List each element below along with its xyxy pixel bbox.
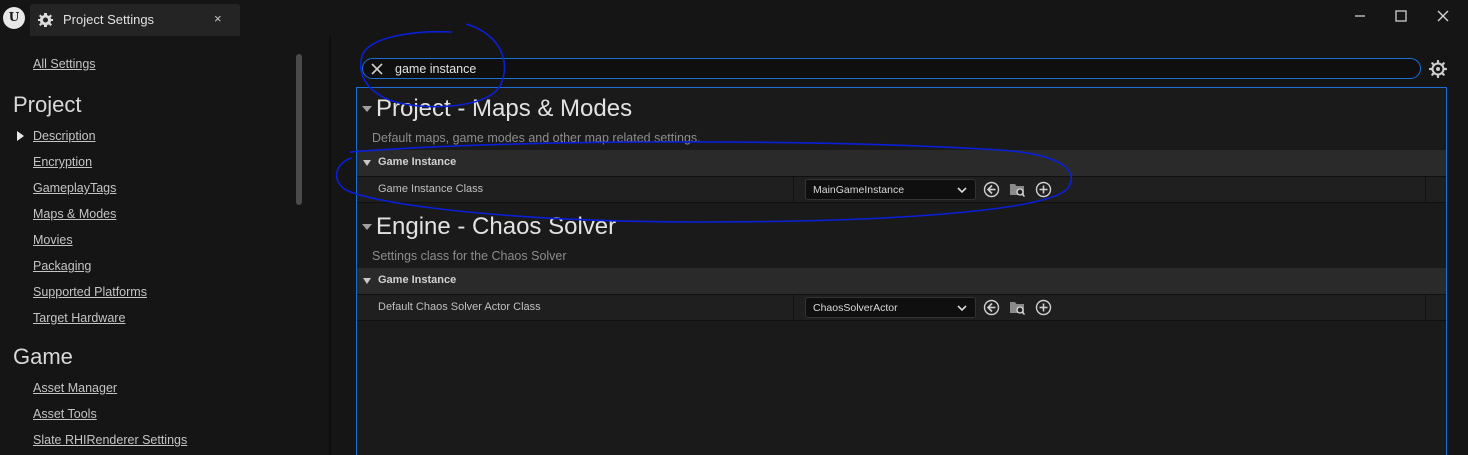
gear-icon[interactable] — [1429, 60, 1447, 78]
window-close-button[interactable] — [1429, 6, 1457, 26]
chevron-down-icon — [957, 305, 967, 312]
category-description: Settings class for the Chaos Solver — [372, 249, 567, 263]
column-end — [1425, 177, 1426, 203]
use-selected-icon[interactable] — [983, 181, 1000, 198]
sidebar-item-asset-manager[interactable]: Asset Manager — [33, 381, 117, 395]
unreal-logo-icon[interactable]: U — [3, 7, 25, 29]
settings-tab-icon — [38, 13, 53, 27]
project-settings-window: U Project Settings × All Settings Projec… — [0, 0, 1468, 455]
chevron-down-icon — [957, 187, 967, 194]
section-header-game-instance[interactable]: Game Instance — [357, 150, 1446, 176]
property-name: Default Chaos Solver Actor Class — [378, 301, 541, 313]
clear-search-icon[interactable] — [368, 60, 386, 78]
dropdown-value: ChaosSolverActor — [813, 302, 898, 314]
search-input[interactable] — [395, 60, 1395, 77]
browse-icon[interactable] — [1009, 299, 1026, 316]
maximize-icon — [1395, 10, 1407, 22]
collapse-arrow-icon — [363, 160, 371, 166]
sidebar-scrollbar[interactable] — [296, 54, 302, 205]
collapse-arrow-icon — [363, 278, 371, 284]
section-title: Game Instance — [378, 156, 457, 168]
column-end — [1425, 295, 1426, 321]
add-icon[interactable] — [1035, 299, 1052, 316]
sidebar-item-gameplaytags[interactable]: GameplayTags — [33, 181, 116, 195]
sidebar-all-settings[interactable]: All Settings — [33, 57, 96, 71]
minimize-icon — [1355, 15, 1365, 17]
project-settings-tab[interactable]: Project Settings × — [30, 4, 240, 36]
property-name: Game Instance Class — [378, 183, 484, 195]
property-row-chaos-solver-actor-class: Default Chaos Solver Actor Class ChaosSo… — [357, 294, 1446, 321]
title-bar: U Project Settings × — [0, 0, 1468, 36]
chaos-solver-actor-dropdown[interactable]: ChaosSolverActor — [805, 297, 976, 318]
caret-right-icon — [17, 131, 24, 141]
close-icon — [1437, 10, 1449, 22]
add-icon[interactable] — [1035, 181, 1052, 198]
tab-title: Project Settings — [63, 12, 155, 27]
section-title: Game Instance — [378, 274, 457, 286]
category-title-chaos-solver: Engine - Chaos Solver — [376, 213, 617, 240]
settings-search-box[interactable] — [362, 58, 1421, 79]
property-row-game-instance-class: Game Instance Class MainGameInstance — [357, 176, 1446, 203]
sidebar-item-slate-rhirenderer[interactable]: Slate RHIRenderer Settings — [33, 433, 187, 447]
maximize-button[interactable] — [1387, 6, 1415, 26]
category-title-maps-modes: Project - Maps & Modes — [376, 95, 633, 122]
sidebar-item-maps-modes[interactable]: Maps & Modes — [33, 207, 116, 221]
dropdown-value: MainGameInstance — [813, 184, 905, 196]
logo-letter: U — [8, 10, 20, 24]
category-description: Default maps, game modes and other map r… — [372, 131, 701, 145]
sidebar-item-encryption[interactable]: Encryption — [33, 155, 92, 169]
sidebar-heading-game: Game — [13, 344, 73, 369]
browse-icon[interactable] — [1009, 181, 1026, 198]
collapse-arrow-icon[interactable] — [362, 106, 372, 112]
column-splitter[interactable] — [793, 295, 794, 321]
sidebar-item-asset-tools[interactable]: Asset Tools — [33, 407, 97, 421]
sidebar-item-movies[interactable]: Movies — [33, 233, 73, 247]
use-selected-icon[interactable] — [983, 299, 1000, 316]
sidebar-item-description[interactable]: Description — [33, 129, 96, 143]
sidebar-heading-project: Project — [13, 92, 82, 117]
collapse-arrow-icon[interactable] — [362, 224, 372, 230]
sidebar-item-packaging[interactable]: Packaging — [33, 259, 91, 273]
game-instance-class-dropdown[interactable]: MainGameInstance — [805, 179, 976, 200]
tab-close-button[interactable]: × — [214, 11, 222, 26]
sidebar-item-supported-platforms[interactable]: Supported Platforms — [33, 285, 147, 299]
minimize-button[interactable] — [1346, 6, 1374, 26]
section-header-game-instance[interactable]: Game Instance — [357, 268, 1446, 294]
settings-details-panel: Project - Maps & Modes Default maps, gam… — [356, 87, 1447, 455]
column-splitter[interactable] — [793, 177, 794, 203]
sidebar-item-target-hardware[interactable]: Target Hardware — [33, 311, 125, 325]
panel-divider[interactable] — [329, 36, 331, 455]
